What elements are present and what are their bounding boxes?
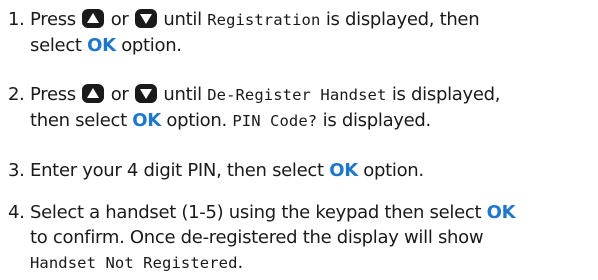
- step-1: 1. Press or until Registration is display…: [8, 7, 593, 58]
- step-text: Press: [30, 9, 76, 30]
- step-text: to confirm. Once de-registered the displ…: [30, 227, 484, 248]
- step-number: 2.: [8, 84, 25, 105]
- step-2-line-2: then select OK option. PIN Code? is disp…: [8, 108, 593, 134]
- instruction-list: 1. Press or until Registration is display…: [0, 0, 598, 280]
- up-arrow-button-icon: [82, 84, 105, 103]
- step-text: or: [110, 84, 129, 105]
- ok-keyword: OK: [87, 35, 116, 56]
- step-4: 4. Select a handset (1-5) using the keypa…: [8, 200, 593, 276]
- step-4-line-3: Handset Not Registered.: [8, 250, 593, 276]
- step-text: is displayed.: [322, 110, 432, 131]
- down-arrow-button-icon: [134, 9, 157, 28]
- step-text: Enter your 4 digit PIN, then select: [30, 160, 324, 181]
- up-arrow-button-icon: [82, 9, 105, 28]
- down-arrow-button-icon: [134, 84, 157, 103]
- step-text: Press: [30, 84, 76, 105]
- step-number: 3.: [8, 160, 25, 181]
- step-3: 3. Enter your 4 digit PIN, then select OK…: [8, 158, 593, 183]
- display-text-registration: Registration: [207, 11, 321, 29]
- step-text: or: [110, 9, 129, 30]
- ok-keyword: OK: [329, 160, 358, 181]
- step-text: until: [163, 84, 202, 105]
- display-text-de-register-handset: De-Register Handset: [207, 86, 387, 104]
- step-2-line-1: 2. Press or until De-Register Handset is …: [8, 82, 593, 108]
- step-2: 2. Press or until De-Register Handset is …: [8, 82, 593, 134]
- step-text: option.: [166, 110, 227, 131]
- step-text: is displayed, then: [325, 9, 480, 30]
- step-1-line-2: select OK option.: [8, 33, 593, 58]
- step-3-line-1: 3. Enter your 4 digit PIN, then select OK…: [8, 158, 593, 183]
- step-1-line-1: 1. Press or until Registration is display…: [8, 7, 593, 33]
- step-text: option.: [121, 35, 182, 56]
- step-text: .: [237, 252, 244, 273]
- step-text: until: [163, 9, 202, 30]
- step-text: then select: [30, 110, 127, 131]
- step-text: option.: [363, 160, 424, 181]
- step-text: Select a handset (1-5) using the keypad …: [30, 202, 482, 223]
- step-text: is displayed,: [391, 84, 501, 105]
- ok-keyword: OK: [486, 202, 516, 223]
- display-text-handset-not-registered: Handset Not Registered: [30, 254, 238, 272]
- step-4-line-2: to confirm. Once de-registered the displ…: [8, 225, 593, 250]
- ok-keyword: OK: [132, 110, 161, 131]
- step-text: select: [30, 35, 82, 56]
- step-number: 4.: [8, 202, 25, 223]
- display-text-pin-code: PIN Code?: [232, 112, 318, 130]
- step-number: 1.: [8, 9, 25, 30]
- step-4-line-1: 4. Select a handset (1-5) using the keypa…: [8, 200, 593, 225]
